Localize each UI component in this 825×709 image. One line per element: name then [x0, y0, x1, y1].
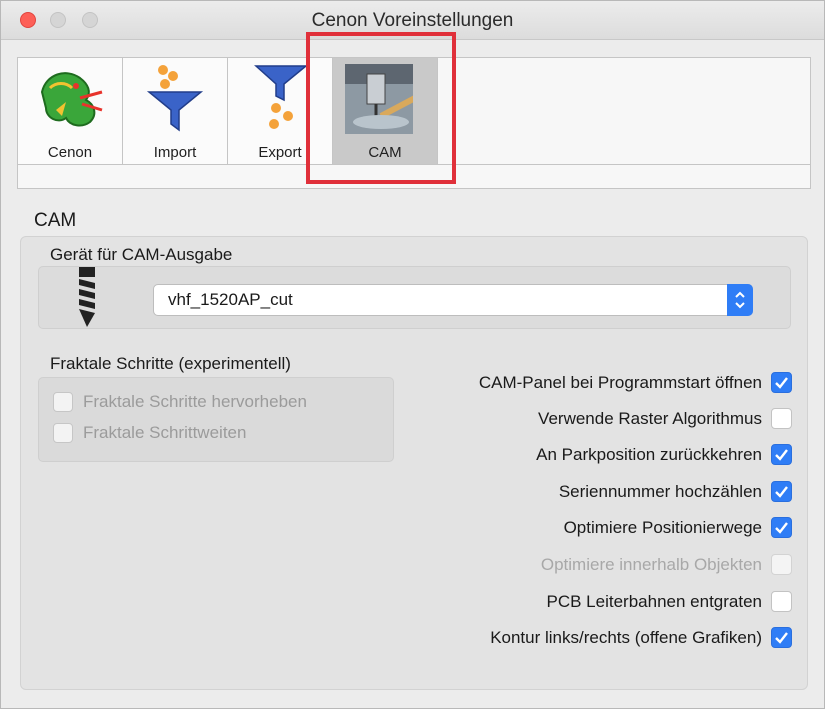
option-label: An Parkposition zurückkehren	[536, 445, 762, 464]
preferences-toolbar: Cenon Import Export CAM	[17, 57, 811, 189]
fractal-checkbox[interactable]	[53, 423, 73, 443]
drill-bit-icon	[79, 267, 95, 327]
option-checkbox[interactable]	[771, 517, 792, 538]
option-checkbox[interactable]	[771, 627, 792, 648]
option-label: PCB Leiterbahnen entgraten	[546, 592, 763, 611]
checkmark-icon	[775, 486, 788, 498]
option-label: CAM-Panel bei Programmstart öffnen	[478, 373, 762, 392]
fractal-checkbox[interactable]	[53, 392, 73, 412]
fractal-option-label: Fraktale Schritte hervorheben	[83, 392, 307, 411]
checkmark-icon	[775, 377, 788, 389]
checkmark-icon	[775, 632, 788, 644]
tab-cenon-label: Cenon	[47, 144, 93, 161]
fractal-steps-box	[38, 377, 394, 462]
fractal-option-label: Fraktale Schrittweiten	[83, 423, 247, 442]
checkmark-icon	[775, 522, 788, 534]
device-label: Gerät für CAM-Ausgabe	[50, 245, 233, 264]
option-checkbox[interactable]	[771, 444, 792, 465]
tab-cenon[interactable]: Cenon	[18, 58, 123, 164]
option-label: Optimiere Positionierwege	[563, 518, 762, 537]
tab-import-label: Import	[153, 144, 197, 161]
chevron-updown-icon	[735, 291, 745, 309]
option-label: Optimiere innerhalb Objekten	[540, 555, 762, 574]
option-checkbox[interactable]	[771, 481, 792, 502]
option-checkbox[interactable]	[771, 372, 792, 393]
tab-import[interactable]: Import	[123, 58, 228, 164]
import-funnel-icon	[146, 65, 204, 132]
option-label: Verwende Raster Algorithmus	[538, 409, 762, 428]
cam-section-title: CAM	[34, 210, 77, 231]
option-checkbox[interactable]	[771, 408, 792, 429]
dragon-icon	[40, 72, 103, 127]
option-label: Kontur links/rechts (offene Grafiken)	[490, 628, 762, 647]
tab-cam-label: CAM	[368, 144, 402, 161]
option-label: Seriennummer hochzählen	[558, 482, 762, 501]
option-checkbox	[771, 554, 792, 575]
tab-export-label: Export	[258, 144, 302, 161]
device-select[interactable]: vhf_1520AP_cut	[153, 284, 753, 316]
cam-machine-icon	[345, 64, 413, 134]
fractal-steps-label: Fraktale Schritte (experimentell)	[50, 354, 291, 373]
option-checkbox[interactable]	[771, 591, 792, 612]
device-select-value: vhf_1520AP_cut	[168, 290, 293, 309]
toolbar-divider	[18, 164, 810, 165]
export-funnel-icon	[254, 65, 309, 129]
title-bar[interactable]: Cenon Voreinstellungen	[1, 1, 824, 40]
tab-cam[interactable]: CAM	[333, 58, 438, 164]
preferences-window: Cenon Voreinstellungen Cenon Import Expo…	[0, 0, 825, 709]
checkmark-icon	[775, 449, 788, 461]
window-title: Cenon Voreinstellungen	[311, 10, 514, 31]
tab-export[interactable]: Export	[228, 58, 333, 164]
select-stepper[interactable]	[727, 284, 753, 316]
